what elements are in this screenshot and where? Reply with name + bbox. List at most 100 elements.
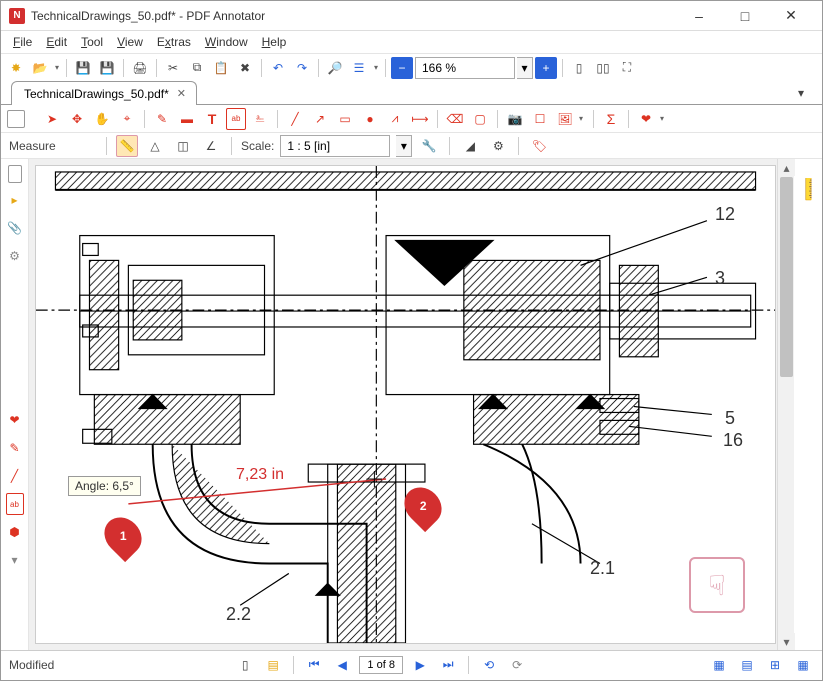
- single-page-icon[interactable]: ▯: [234, 654, 256, 676]
- page-input[interactable]: [359, 656, 403, 674]
- highlighter-icon[interactable]: ▬: [176, 108, 198, 130]
- scale-dropdown-icon[interactable]: ▾: [396, 135, 412, 157]
- open-dropdown-icon[interactable]: ▾: [53, 63, 61, 72]
- copy-icon[interactable]: ⧉: [186, 57, 208, 79]
- menu-tool[interactable]: Tool: [75, 33, 109, 51]
- snap-settings-icon[interactable]: ⚙: [487, 135, 509, 157]
- sidebar-page-icon[interactable]: [8, 165, 22, 183]
- delete-icon[interactable]: ✖: [234, 57, 256, 79]
- find-icon[interactable]: 🔎: [324, 57, 346, 79]
- tab-menu-icon[interactable]: ▾: [790, 82, 812, 104]
- open-icon[interactable]: 📂: [29, 57, 51, 79]
- sidebar-line-icon[interactable]: ╱: [4, 465, 26, 487]
- group-dropdown-icon[interactable]: ▾: [372, 63, 380, 72]
- dimension-icon[interactable]: ⟼: [409, 108, 431, 130]
- menu-help[interactable]: Help: [256, 33, 293, 51]
- pen-icon[interactable]: ✎: [151, 108, 173, 130]
- print-icon[interactable]: 🖨: [129, 57, 151, 79]
- menu-file[interactable]: File: [7, 33, 38, 51]
- cut-icon[interactable]: ✂: [162, 57, 184, 79]
- minimize-button[interactable]: –: [676, 1, 722, 31]
- camera-icon[interactable]: 📷: [504, 108, 526, 130]
- favorite-icon[interactable]: ❤: [635, 108, 657, 130]
- measure-angle-icon[interactable]: ∠: [200, 135, 222, 157]
- sidebar-favorite-icon[interactable]: ❤: [4, 409, 26, 431]
- menu-window[interactable]: Window: [199, 33, 254, 51]
- page-icon[interactable]: ▯: [568, 57, 590, 79]
- paste-icon[interactable]: 📋: [210, 57, 232, 79]
- callout-12: 12: [715, 204, 735, 225]
- line-icon[interactable]: ╱: [284, 108, 306, 130]
- forward-icon[interactable]: ⟳: [506, 654, 528, 676]
- prev-page-icon[interactable]: ◀: [331, 654, 353, 676]
- sidebar-bookmark-icon[interactable]: ▸: [4, 189, 26, 211]
- textbox-icon[interactable]: ab: [226, 108, 246, 130]
- measure-area-icon[interactable]: ◫: [172, 135, 194, 157]
- new-icon[interactable]: ✸: [5, 57, 27, 79]
- extract-icon[interactable]: ⌖: [116, 108, 138, 130]
- scroll-up-icon[interactable]: ▴: [778, 159, 795, 176]
- select-rect-icon[interactable]: [7, 110, 25, 128]
- menu-extras[interactable]: Extras: [151, 33, 197, 51]
- menu-view[interactable]: View: [111, 33, 149, 51]
- tag-icon[interactable]: 🏷: [528, 135, 550, 157]
- rect-icon[interactable]: ▭: [334, 108, 356, 130]
- settings-icon[interactable]: 🔧: [418, 135, 440, 157]
- layout4-icon[interactable]: ▦: [792, 654, 814, 676]
- sidebar-more-icon[interactable]: ▾: [4, 549, 26, 571]
- layout3-icon[interactable]: ⊞: [764, 654, 786, 676]
- lasso-icon[interactable]: ✥: [66, 108, 88, 130]
- sidebar-textbox-icon[interactable]: ab: [6, 493, 24, 515]
- polyline-icon[interactable]: ⩘: [384, 108, 406, 130]
- tab-close-icon[interactable]: ✕: [177, 87, 186, 100]
- zoom-input[interactable]: 166 %: [415, 57, 515, 79]
- first-page-icon[interactable]: ⏮: [303, 654, 325, 676]
- continuous-icon[interactable]: ▤: [262, 654, 284, 676]
- arrow-icon[interactable]: ↗: [309, 108, 331, 130]
- two-page-icon[interactable]: ▯▯: [592, 57, 614, 79]
- scroll-down-icon[interactable]: ▾: [778, 633, 795, 650]
- close-button[interactable]: ✕: [768, 1, 814, 31]
- fullscreen-icon[interactable]: ⛶: [616, 57, 638, 79]
- layout1-icon[interactable]: ▦: [708, 654, 730, 676]
- image-icon[interactable]: 🖼: [554, 108, 576, 130]
- favorite-dropdown-icon[interactable]: ▾: [660, 114, 668, 123]
- image-dropdown-icon[interactable]: ▾: [579, 114, 587, 123]
- vertical-scrollbar[interactable]: ▴ ▾: [777, 159, 794, 650]
- sidebar-pen-icon[interactable]: ✎: [4, 437, 26, 459]
- circle-icon[interactable]: ●: [359, 108, 381, 130]
- layout2-icon[interactable]: ▤: [736, 654, 758, 676]
- menu-edit[interactable]: Edit: [40, 33, 73, 51]
- crop-icon[interactable]: ☐: [529, 108, 551, 130]
- formula-icon[interactable]: Σ: [600, 108, 622, 130]
- maximize-button[interactable]: □: [722, 1, 768, 31]
- save-icon[interactable]: 💾: [72, 57, 94, 79]
- measure-perimeter-icon[interactable]: △: [144, 135, 166, 157]
- document-canvas[interactable]: 12 3 5 16 2.1 2.2 7,23 in Angle: 6,5° 1 …: [35, 165, 776, 644]
- zoom-dropdown-icon[interactable]: ▾: [517, 57, 533, 79]
- back-icon[interactable]: ⟲: [478, 654, 500, 676]
- whiteout-icon[interactable]: ▢: [469, 108, 491, 130]
- zoom-in-icon[interactable]: +: [535, 57, 557, 79]
- sidebar-tool-icon[interactable]: ⚙: [4, 245, 26, 267]
- underline-icon[interactable]: ⎁: [249, 108, 271, 130]
- next-page-icon[interactable]: ▶: [409, 654, 431, 676]
- redo-icon[interactable]: ↷: [291, 57, 313, 79]
- document-tab[interactable]: TechnicalDrawings_50.pdf* ✕: [11, 81, 197, 105]
- save-as-icon[interactable]: 💾: [96, 57, 118, 79]
- ruler-icon[interactable]: 📏: [793, 174, 823, 205]
- text-icon[interactable]: T: [201, 108, 223, 130]
- eraser-icon[interactable]: ⌫: [444, 108, 466, 130]
- group-icon[interactable]: ☰: [348, 57, 370, 79]
- sidebar-stamp-icon[interactable]: ⬢: [4, 521, 26, 543]
- zoom-out-icon[interactable]: −: [391, 57, 413, 79]
- pointer-icon[interactable]: ➤: [41, 108, 63, 130]
- scale-input[interactable]: 1 : 5 [in]: [280, 135, 390, 157]
- last-page-icon[interactable]: ⏭: [437, 654, 459, 676]
- measure-distance-icon[interactable]: 📏: [116, 135, 138, 157]
- sidebar-attach-icon[interactable]: 📎: [4, 217, 26, 239]
- scroll-thumb[interactable]: [780, 177, 793, 377]
- undo-icon[interactable]: ↶: [267, 57, 289, 79]
- hand-icon[interactable]: ✋: [91, 108, 113, 130]
- snap-icon[interactable]: ◢: [459, 135, 481, 157]
